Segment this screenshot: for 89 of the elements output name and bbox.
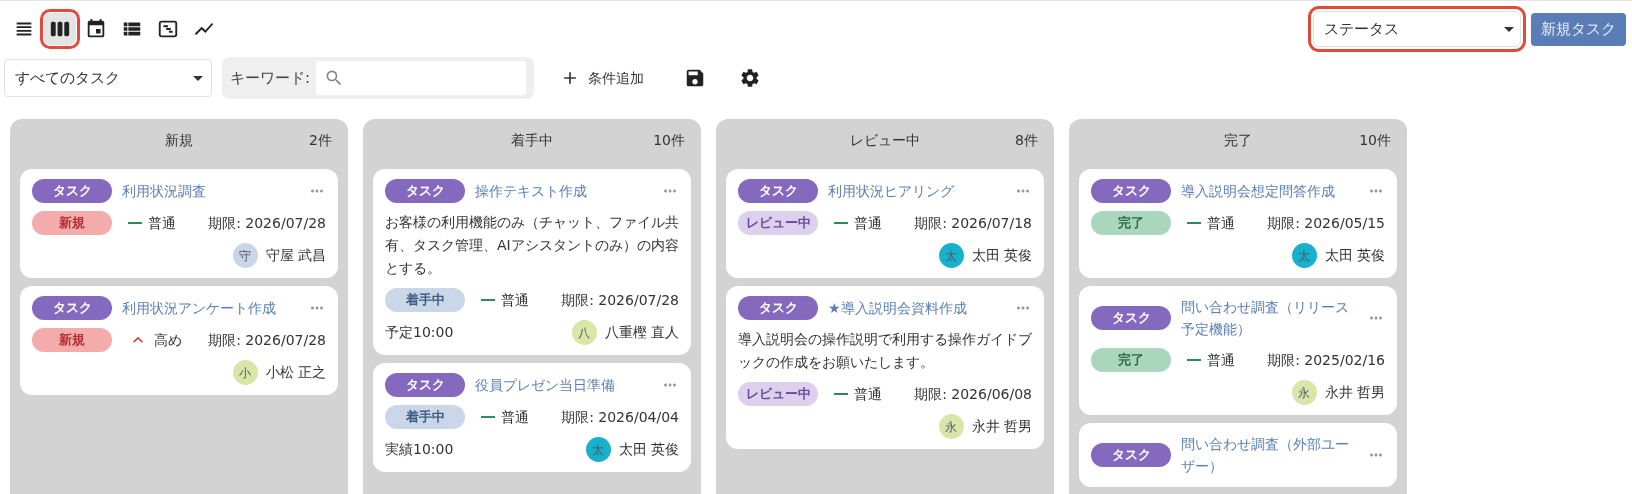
- priority-label: 普通: [501, 290, 529, 310]
- due-date: 期限: 2026/04/04: [561, 407, 679, 427]
- avatar: 小: [232, 360, 258, 385]
- status-pill: 着手中: [385, 405, 465, 429]
- priority-label: 高め: [154, 330, 182, 350]
- priority-label: 普通: [854, 384, 882, 404]
- status-pill: 完了: [1091, 211, 1171, 235]
- task-card[interactable]: タスク 利用状況アンケート作成 新規 高め 期限: 2026/07/28 小 小松 正之: [20, 286, 338, 395]
- status-pill: レビュー中: [738, 382, 818, 406]
- dropdown-icon: [1504, 26, 1514, 32]
- dropdown-icon: [193, 75, 203, 81]
- assignee-name: 守屋 武昌: [265, 246, 326, 265]
- task-title-link[interactable]: 問い合わせ調査（外部ユーザー）: [1181, 433, 1357, 477]
- new-task-button[interactable]: 新規タスク: [1531, 12, 1626, 46]
- type-tag: タスク: [738, 179, 818, 203]
- due-date: 期限: 2026/07/28: [208, 330, 326, 350]
- status-pill: レビュー中: [738, 211, 818, 235]
- status-pill: 着手中: [385, 288, 465, 312]
- task-description: お客様の利用機能のみ（チャット、ファイル共有、タスク管理、AIアシスタントのみ）の内容とする。: [385, 213, 679, 278]
- task-title-link[interactable]: 導入説明会想定問答作成: [1181, 180, 1357, 202]
- assignee-name: 太田 英俊: [971, 246, 1032, 265]
- type-tag: タスク: [32, 296, 112, 320]
- type-tag: タスク: [385, 373, 465, 397]
- column-title: 新規: [165, 130, 193, 150]
- avatar: 太: [585, 437, 611, 462]
- avatar: 八: [571, 320, 597, 345]
- task-title-link[interactable]: ★導入説明会資料作成: [828, 297, 1004, 319]
- keyword-field[interactable]: [316, 61, 527, 95]
- assignee-name: 小松 正之: [265, 363, 326, 382]
- type-tag: タスク: [1091, 306, 1171, 330]
- task-card[interactable]: タスク 操作テキスト作成 お客様の利用機能のみ（チャット、ファイル共有、タスク管理、AIアシスタントのみ）の内容とする。 着手中 普通 期限: 2026/07/28 予定10:00 八 八重樫 直人: [373, 169, 691, 355]
- type-tag: タスク: [32, 179, 112, 203]
- task-card[interactable]: タスク 利用状況調査 新規 普通 期限: 2026/07/28 守 守屋 武昌: [20, 169, 338, 278]
- assignee-name: 永井 哲男: [971, 417, 1032, 436]
- type-tag: タスク: [385, 179, 465, 203]
- calendar-icon: [85, 18, 107, 40]
- type-tag: タスク: [738, 296, 818, 320]
- avatar: 永: [938, 414, 964, 439]
- priority-label: 普通: [1207, 350, 1235, 370]
- status-pill: 完了: [1091, 348, 1171, 372]
- task-card[interactable]: タスク 導入説明会想定問答作成 完了 普通 期限: 2026/05/15 太 太田 英俊: [1079, 169, 1397, 278]
- assignee-name: 八重樫 直人: [604, 323, 679, 342]
- task-title-link[interactable]: 問い合わせ調査（リリース予定機能）: [1181, 296, 1357, 340]
- column-count: 10件: [1359, 130, 1391, 150]
- time-note: 予定10:00: [385, 323, 454, 342]
- status-pill: 新規: [32, 328, 112, 352]
- task-title-link[interactable]: 利用状況ヒアリング: [828, 180, 1004, 202]
- task-title-link[interactable]: 役員プレゼン当日準備: [475, 374, 651, 396]
- task-card[interactable]: タスク 問い合わせ調査（外部ユーザー）: [1079, 423, 1397, 487]
- column-title: 着手中: [511, 130, 553, 150]
- priority-label: 普通: [501, 407, 529, 427]
- column-title: レビュー中: [850, 130, 920, 150]
- avatar: 守: [232, 243, 258, 268]
- column-count: 8件: [1015, 130, 1038, 150]
- task-card[interactable]: タスク 利用状況ヒアリング レビュー中 普通 期限: 2026/07/18 太 太田 英俊: [726, 169, 1044, 278]
- add-condition-button[interactable]: 条件追加: [556, 62, 649, 94]
- settings-icon[interactable]: [739, 67, 762, 89]
- due-date: 期限: 2026/07/28: [561, 290, 679, 310]
- due-date: 期限: 2025/02/16: [1267, 350, 1385, 370]
- avatar: 永: [1291, 380, 1317, 405]
- assignee-name: 太田 英俊: [1324, 246, 1385, 265]
- assignee-name: 永井 哲男: [1324, 383, 1385, 402]
- status-pill: 新規: [32, 211, 112, 235]
- filter-select[interactable]: すべてのタスク: [4, 59, 212, 97]
- priority-label: 普通: [854, 213, 882, 233]
- priority-label: 普通: [1207, 213, 1235, 233]
- column-count: 10件: [653, 130, 685, 150]
- priority-label: 普通: [148, 213, 176, 233]
- due-date: 期限: 2026/06/08: [914, 384, 1032, 404]
- type-tag: タスク: [1091, 443, 1171, 467]
- column-count: 2件: [309, 130, 332, 150]
- task-card[interactable]: タスク 役員プレゼン当日準備 着手中 普通 期限: 2026/04/04 実績10:00 太 太田 英俊: [373, 363, 691, 472]
- due-date: 期限: 2026/07/18: [914, 213, 1032, 233]
- avatar: 太: [1291, 243, 1317, 268]
- timeline-icon: [157, 18, 179, 40]
- task-title-link[interactable]: 利用状況アンケート作成: [122, 297, 298, 319]
- type-tag: タスク: [1091, 179, 1171, 203]
- task-card[interactable]: タスク ★導入説明会資料作成 導入説明会の操作説明で利用する操作ガイドブックの作成をお願いたします。 レビュー中 普通 期限: 2026/06/08 永 永井 哲男: [726, 286, 1044, 449]
- column-title: 完了: [1224, 130, 1252, 150]
- due-date: 期限: 2026/07/28: [208, 213, 326, 233]
- due-date: 期限: 2026/05/15: [1267, 213, 1385, 233]
- time-note: 実績10:00: [385, 440, 454, 459]
- task-title-link[interactable]: 利用状況調査: [122, 180, 298, 202]
- task-description: 導入説明会の操作説明で利用する操作ガイドブックの作成をお願いたします。: [738, 330, 1032, 372]
- keyword-label: キーワード:: [230, 67, 311, 89]
- assignee-name: 太田 英俊: [618, 440, 679, 459]
- avatar: 太: [938, 243, 964, 268]
- task-title-link[interactable]: 操作テキスト作成: [475, 180, 651, 202]
- task-card[interactable]: タスク 問い合わせ調査（リリース予定機能） 完了 普通 期限: 2025/02/16 永 永井 哲男: [1079, 286, 1397, 415]
